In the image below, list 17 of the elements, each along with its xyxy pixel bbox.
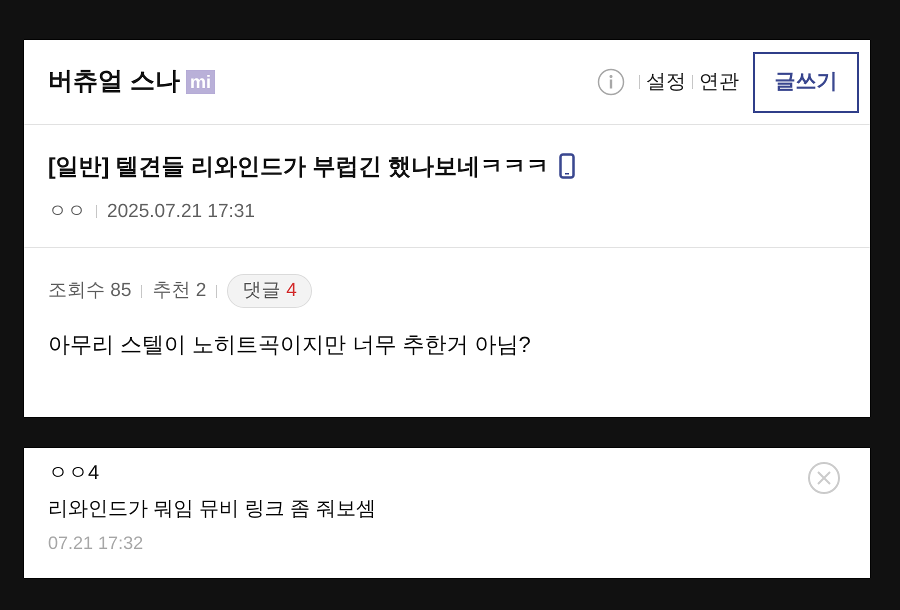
gallery-name[interactable]: 버츄얼 스나 — [48, 63, 180, 101]
comment-time: 07.21 17:32 — [48, 532, 144, 555]
author-name: ㅇㅇ — [48, 200, 86, 224]
write-button[interactable]: 글쓰기 — [753, 52, 859, 112]
view-count: 조회수 85 — [48, 278, 132, 303]
header-link[interactable]: 설정 — [646, 67, 686, 97]
recommend-count: 추천 2 — [152, 278, 206, 303]
comment-author: ㅇㅇ4 — [48, 461, 100, 486]
gallery-badge: mi — [186, 70, 215, 94]
post-body: 아무리 스텔이 노히트곡이지만 너무 추한거 아님? — [48, 331, 531, 359]
header-link[interactable]: 연관 — [699, 67, 739, 97]
delete-icon[interactable] — [807, 461, 841, 495]
info-icon[interactable] — [597, 68, 625, 96]
post-date: 2025.07.21 17:31 — [107, 200, 255, 224]
post-title: [일반] 텔견들 리와인드가 부럽긴 했나보네ㅋㅋㅋ — [48, 152, 549, 181]
comments-button[interactable]: 댓글 4 — [227, 274, 312, 308]
comment-text: 리와인드가 뭐임 뮤비 링크 좀 줘보셈 — [48, 497, 376, 522]
